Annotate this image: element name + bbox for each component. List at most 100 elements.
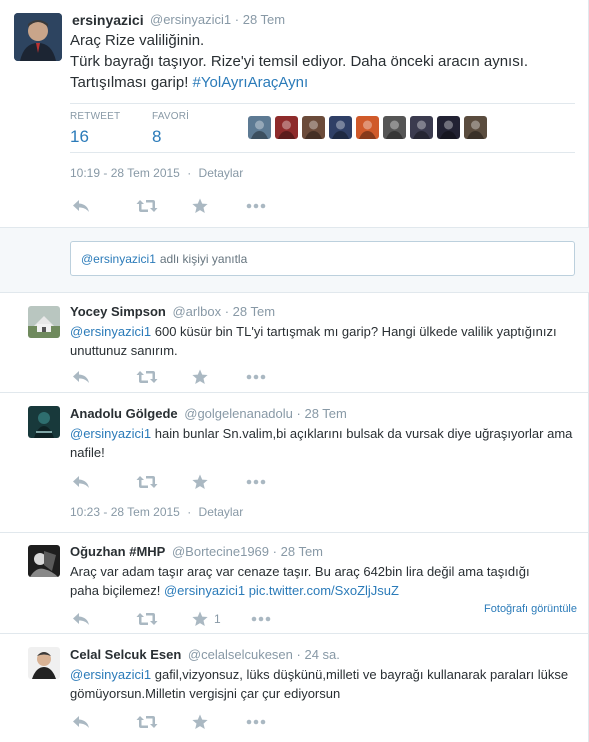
favoriter-avatar[interactable]: [248, 116, 271, 139]
favoriter-avatar[interactable]: [464, 116, 487, 139]
reply-tweet[interactable]: Oğuzhan #MHP @Bortecine1969 · 28 Tem Ara…: [0, 533, 589, 634]
avatar[interactable]: [28, 306, 60, 338]
favoriter-avatar[interactable]: [383, 116, 406, 139]
reply-input[interactable]: @ersinyazici1 adlı kişiyi yanıtla: [70, 241, 575, 276]
handle[interactable]: @golgelenanadolu: [184, 406, 293, 421]
reply-tweet[interactable]: Yocey Simpson @arlbox · 28 Tem @ersinyaz…: [0, 293, 589, 393]
tweet-text: Araç var adam taşır araç var cenaze taşı…: [70, 562, 575, 600]
tweet-date[interactable]: 28 Tem: [233, 304, 275, 319]
tweet-timestamp: 10:23 - 28 Tem 2015 · Detaylar: [70, 505, 243, 519]
reply-tweet[interactable]: Anadolu Gölgede @golgelenanadolu · 28 Te…: [0, 393, 589, 533]
tweet-date[interactable]: 28 Tem: [304, 406, 346, 421]
timestamp-text: 10:19 - 28 Tem 2015: [70, 166, 180, 180]
reply-button[interactable]: [72, 610, 90, 628]
tweet-date[interactable]: 24 sa.: [304, 647, 339, 662]
retweet-button[interactable]: [136, 368, 158, 386]
mention-link[interactable]: @ersinyazici1: [70, 667, 151, 682]
mention-link[interactable]: @ersinyazici1: [70, 324, 151, 339]
tweet-actions: [72, 368, 296, 386]
favorite-stat[interactable]: FAVORİ 8: [152, 111, 189, 147]
details-link[interactable]: Detaylar: [199, 166, 244, 180]
favoriter-avatar[interactable]: [275, 116, 298, 139]
star-icon: [192, 369, 208, 384]
reply-header: Celal Selcuk Esen @celalselcukesen · 24 …: [70, 647, 340, 662]
tweet-text-line: Araç var adam taşır araç var cenaze taşı…: [70, 564, 530, 579]
reply-icon: [73, 613, 89, 625]
favorite-button[interactable]: [192, 713, 208, 731]
reply-button[interactable]: [72, 368, 90, 386]
reply-button[interactable]: [72, 713, 90, 731]
tweet-timestamp: 10:19 - 28 Tem 2015 · Detaylar: [70, 166, 243, 180]
avatar[interactable]: [28, 545, 60, 577]
tweet-text-line: Araç Rize valiliğinin.: [70, 32, 205, 49]
details-link[interactable]: Detaylar: [199, 505, 244, 519]
reply-tweet[interactable]: Celal Selcuk Esen @celalselcukesen · 24 …: [0, 634, 589, 742]
retweet-icon: [136, 200, 158, 212]
favoriter-avatar[interactable]: [329, 116, 352, 139]
more-button[interactable]: [251, 610, 271, 628]
more-icon: [246, 203, 266, 209]
separator: ·: [234, 12, 240, 27]
tweet-text-line: paha biçilemez! @ersinyazici1 pic.twitte…: [70, 581, 575, 600]
display-name[interactable]: Anadolu Gölgede: [70, 406, 178, 421]
tweet-text-line: Türk bayrağı taşıyor. Rize'yi temsil edi…: [70, 53, 529, 70]
favorite-button[interactable]: [192, 197, 208, 215]
tweet-date[interactable]: 28 Tem: [243, 12, 285, 27]
retweet-icon: [136, 476, 158, 488]
favorite-button[interactable]: [192, 368, 208, 386]
avatar[interactable]: [14, 13, 62, 61]
tweet-date[interactable]: 28 Tem: [281, 544, 323, 559]
retweet-button[interactable]: [136, 473, 158, 491]
mention-link[interactable]: @ersinyazici1: [164, 583, 245, 598]
favorite-button[interactable]: [192, 473, 208, 491]
favorite-button[interactable]: 1: [192, 610, 221, 628]
favoriter-avatar[interactable]: [437, 116, 460, 139]
retweet-icon: [136, 716, 158, 728]
tweet-actions: 1: [72, 610, 301, 628]
more-button[interactable]: [246, 473, 266, 491]
pic-link[interactable]: pic.twitter.com/SxoZljJsuZ: [249, 583, 399, 598]
view-photo-link[interactable]: Fotoğrafı görüntüle: [484, 603, 577, 615]
favoriter-avatar[interactable]: [356, 116, 379, 139]
display-name[interactable]: Celal Selcuk Esen: [70, 647, 181, 662]
reply-mention: @ersinyazici1: [81, 252, 156, 266]
display-name[interactable]: ersinyazici: [72, 12, 144, 28]
handle[interactable]: @Bortecine1969: [172, 544, 269, 559]
tweet-actions: [72, 473, 296, 491]
reply-placeholder: adlı kişiyi yanıtla: [159, 252, 248, 266]
separator: ·: [296, 647, 301, 662]
more-button[interactable]: [246, 713, 266, 731]
handle[interactable]: @celalselcukesen: [188, 647, 293, 662]
star-icon: [192, 714, 208, 729]
handle[interactable]: @ersinyazici1: [150, 12, 231, 27]
display-name[interactable]: Oğuzhan #MHP: [70, 544, 165, 559]
mention-link[interactable]: @ersinyazici1: [70, 426, 151, 441]
avatar[interactable]: [28, 406, 60, 438]
tweet-text: @ersinyazici1 hain bunlar Sn.valim,bi aç…: [70, 424, 575, 462]
retweet-icon: [136, 371, 158, 383]
retweet-icon: [136, 613, 158, 625]
retweet-button[interactable]: [136, 197, 158, 215]
separator: ·: [187, 166, 192, 180]
reply-header: Anadolu Gölgede @golgelenanadolu · 28 Te…: [70, 406, 347, 421]
reply-button[interactable]: [72, 197, 90, 215]
more-icon: [246, 479, 266, 485]
reply-icon: [73, 716, 89, 728]
star-icon: [192, 198, 208, 213]
handle[interactable]: @arlbox: [172, 304, 221, 319]
tweet-actions: [72, 713, 296, 731]
retweet-button[interactable]: [136, 610, 158, 628]
timestamp-text: 10:23 - 28 Tem 2015: [70, 505, 180, 519]
retweet-button[interactable]: [136, 713, 158, 731]
retweet-stat[interactable]: RETWEET 16: [70, 111, 120, 147]
hashtag-link[interactable]: #YolAyrıAraçAynı: [193, 74, 309, 91]
display-name[interactable]: Yocey Simpson: [70, 304, 166, 319]
favoriter-avatar[interactable]: [410, 116, 433, 139]
tweet-text: Araç Rize valiliğinin. Türk bayrağı taşı…: [70, 30, 580, 93]
more-button[interactable]: [246, 368, 266, 386]
more-button[interactable]: [246, 197, 266, 215]
reply-button[interactable]: [72, 473, 90, 491]
avatar[interactable]: [28, 647, 60, 679]
tweet-text-line: Tartışılması garip! #YolAyrıAraçAynı: [70, 72, 580, 93]
favoriter-avatar[interactable]: [302, 116, 325, 139]
